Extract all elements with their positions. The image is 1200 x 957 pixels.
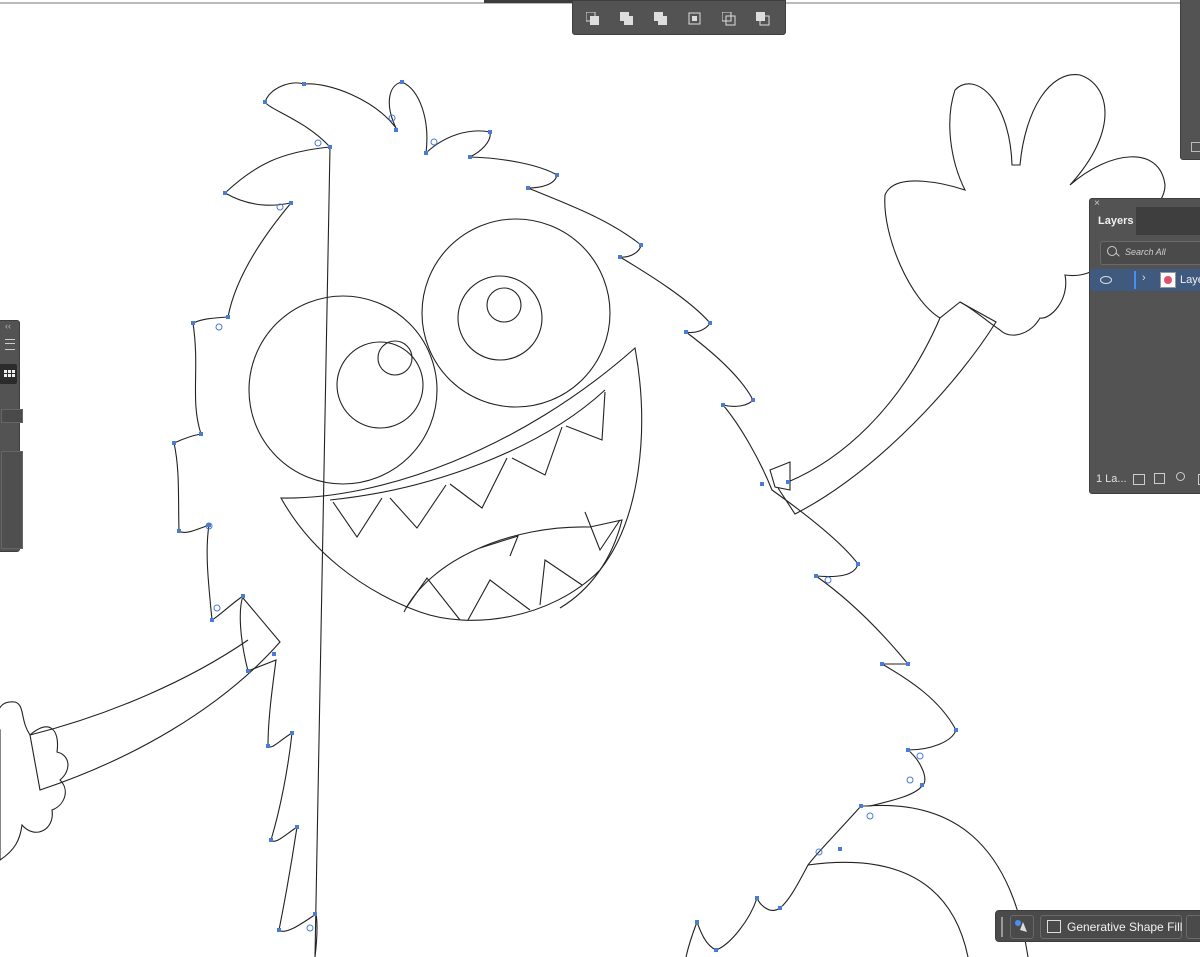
layers-search-field[interactable]: Search All	[1100, 241, 1200, 265]
generative-fill-icon	[1047, 920, 1061, 933]
monster-left-eye	[248, 295, 438, 485]
locate-object-icon[interactable]	[1154, 473, 1165, 484]
monster-left-iris	[336, 341, 424, 429]
monster-lower-tooth-1	[405, 577, 461, 621]
layer-row[interactable]: › Layer	[1090, 269, 1200, 291]
monster-right-leg-inner	[807, 861, 969, 957]
panel-section	[1, 451, 23, 549]
search-icon-handle	[1115, 252, 1120, 257]
top-right-panel-edge	[1180, 0, 1200, 160]
top-bar-stub	[484, 0, 584, 3]
generative-shape-fill-label: Generative Shape Fill	[1067, 920, 1183, 934]
search-placeholder: Search All	[1125, 247, 1166, 257]
monster-left-hand	[0, 701, 69, 861]
monster-lower-tooth-4	[584, 511, 621, 552]
artboard-canvas[interactable]	[0, 0, 1200, 957]
drag-handle[interactable]	[1001, 917, 1003, 937]
expand-chevron-icon[interactable]: ›	[1142, 272, 1146, 284]
exclude-icon[interactable]	[687, 11, 703, 27]
pathfinder-toolbar	[572, 0, 786, 35]
left-tools-panel-edge: ‹‹	[0, 320, 23, 552]
monster-fur-outline	[173, 81, 957, 957]
layers-footer: 1 La...	[1090, 467, 1200, 495]
layer-count: 1 La...	[1096, 473, 1127, 485]
search-layers-icon[interactable]	[1176, 472, 1185, 481]
tab-layers-label: Layers	[1098, 215, 1134, 227]
layer-color-bar	[1134, 271, 1136, 289]
panel-divider	[1, 409, 23, 423]
monster-tooth-1	[332, 497, 383, 538]
monster-tooth-2	[389, 484, 447, 529]
contextual-task-bar: Generative Shape Fill	[995, 910, 1200, 942]
monster-tooth-4	[511, 426, 563, 476]
collect-export-icon[interactable]	[1133, 474, 1145, 485]
monster-outline[interactable]	[0, 74, 1166, 957]
unite-icon[interactable]	[585, 11, 601, 27]
panel-corner-icon[interactable]	[1191, 142, 1200, 152]
monster-right-pupil	[486, 287, 522, 323]
layer-thumbnail	[1160, 272, 1176, 288]
divide-icon[interactable]	[721, 11, 737, 27]
monster-left-pupil	[377, 340, 413, 376]
monster-right-arm-cuff	[769, 461, 791, 491]
menu-icon[interactable]	[5, 339, 15, 350]
intersect-icon[interactable]	[653, 11, 669, 27]
anchor-points[interactable]	[172, 80, 958, 952]
grid-tool-icon[interactable]	[0, 364, 17, 384]
tab-layers[interactable]: Layers	[1090, 207, 1136, 235]
properties-icon[interactable]	[1010, 915, 1034, 939]
monster-uvula	[479, 535, 519, 557]
layer-name[interactable]: Layer	[1180, 274, 1200, 286]
collapse-icon[interactable]: ‹‹	[5, 321, 11, 331]
more-options-icon[interactable]	[1186, 915, 1200, 939]
monster-right-arm	[777, 301, 997, 515]
monster-right-eye	[421, 218, 611, 408]
visibility-eye-icon[interactable]	[1100, 276, 1112, 284]
monster-tongue	[403, 519, 623, 613]
generative-shape-fill-button[interactable]: Generative Shape Fill	[1040, 915, 1182, 939]
minus-front-icon[interactable]	[619, 11, 635, 27]
monster-upper-gum	[329, 389, 606, 501]
layers-panel: × Layers Search All › Layer 1 La...	[1089, 198, 1200, 494]
trim-icon[interactable]	[755, 11, 771, 27]
monster-tooth-3	[449, 457, 508, 509]
